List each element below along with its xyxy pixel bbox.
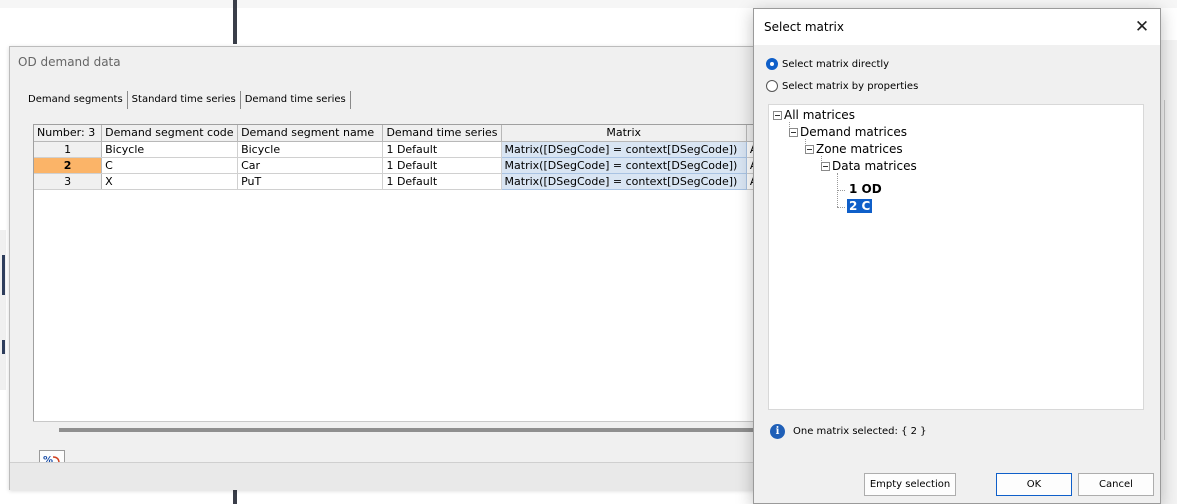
matrix-tree[interactable]: All matrices Demand matrices Zone matric…: [768, 104, 1144, 410]
cell-matrix[interactable]: Matrix([DSegCode] = context[DSegCode]): [500, 172, 747, 190]
background-top-strip: [0, 0, 1177, 8]
window-bottom-bar: [10, 462, 768, 490]
collapse-icon[interactable]: [773, 111, 782, 120]
cell-name[interactable]: Bicycle: [237, 141, 384, 158]
row-number[interactable]: 1: [34, 141, 103, 158]
selection-info-text: One matrix selected: { 2 }: [793, 425, 927, 437]
tree-node-label: All matrices: [784, 108, 855, 122]
header-code[interactable]: Demand segment code: [101, 125, 239, 142]
radio-label-properties: Select matrix by properties: [782, 80, 919, 92]
tree-node-zone-matrices[interactable]: Zone matrices: [805, 141, 903, 158]
tab-standard-time-series[interactable]: Standard time series: [128, 91, 241, 109]
cell-time-series[interactable]: 1 Default: [382, 157, 502, 174]
collapse-icon[interactable]: [821, 162, 830, 171]
radio-label-directly: Select matrix directly: [782, 58, 890, 70]
scrollbar-thumb[interactable]: [59, 428, 759, 432]
background-edge-mark: [2, 255, 5, 295]
dialog-title: Select matrix: [764, 20, 844, 34]
header-time-series[interactable]: Demand time series: [382, 125, 502, 142]
cell-matrix[interactable]: Matrix([DSegCode] = context[DSegCode]): [500, 140, 747, 158]
background-divider: [233, 0, 237, 44]
cell-name[interactable]: Car: [237, 157, 384, 174]
tree-node-data-matrices[interactable]: Data matrices: [821, 158, 917, 175]
cell-name[interactable]: PuT: [237, 173, 384, 190]
tree-connector: [837, 190, 845, 191]
background-divider-bottom: [233, 488, 237, 504]
header-matrix[interactable]: Matrix: [501, 125, 747, 142]
demand-segments-table: Number: 3 Demand segment code Demand seg…: [34, 125, 769, 190]
tab-bar: Demand segments Standard time series Dem…: [24, 91, 351, 109]
row-number[interactable]: 3: [34, 173, 103, 190]
radio-select-by-properties[interactable]: Select matrix by properties: [766, 78, 918, 94]
collapse-icon[interactable]: [789, 128, 798, 137]
background-right-column: [1160, 40, 1177, 504]
header-number[interactable]: Number: 3: [34, 125, 103, 142]
cell-time-series[interactable]: 1 Default: [382, 141, 502, 158]
tree-node-label: Data matrices: [832, 159, 917, 173]
cancel-button[interactable]: Cancel: [1078, 473, 1154, 496]
demand-segments-grid[interactable]: Number: 3 Demand segment code Demand seg…: [33, 124, 770, 436]
tree-leaf-label: 1 OD: [849, 182, 882, 196]
dialog-title-bar: Select matrix ✕: [754, 9, 1160, 45]
horizontal-scrollbar[interactable]: [33, 421, 770, 437]
background-left-edge: [0, 230, 6, 390]
radio-unchecked-icon[interactable]: [766, 80, 778, 92]
table-row[interactable]: 3 X PuT 1 Default Matrix([DSegCode] = co…: [34, 172, 769, 190]
tree-node-label: Zone matrices: [816, 142, 903, 156]
background-right-line: [1164, 100, 1165, 440]
tree-leaf-2-c[interactable]: 2 C: [847, 198, 873, 215]
background-edge-mark-small: [2, 340, 5, 354]
select-matrix-dialog: Select matrix ✕ Select matrix directly S…: [753, 8, 1161, 504]
info-icon: i: [770, 423, 785, 439]
row-number[interactable]: 2: [34, 157, 103, 174]
selection-info: i One matrix selected: { 2 }: [770, 422, 927, 440]
cell-time-series[interactable]: 1 Default: [382, 173, 502, 190]
tree-node-demand-matrices[interactable]: Demand matrices: [789, 124, 907, 141]
radio-select-directly[interactable]: Select matrix directly: [766, 56, 889, 72]
empty-selection-button[interactable]: Empty selection: [864, 473, 956, 496]
cell-code[interactable]: C: [101, 157, 239, 174]
cell-code[interactable]: X: [101, 173, 239, 190]
tree-node-label: Demand matrices: [800, 125, 907, 139]
header-name[interactable]: Demand segment name: [237, 125, 384, 142]
close-icon[interactable]: ✕: [1132, 17, 1152, 37]
table-row[interactable]: 1 Bicycle Bicycle 1 Default Matrix([DSeg…: [34, 140, 769, 158]
cell-matrix[interactable]: Matrix([DSegCode] = context[DSegCode]): [500, 156, 747, 174]
cell-code[interactable]: Bicycle: [101, 141, 239, 158]
table-row[interactable]: 2 C Car 1 Default Matrix([DSegCode] = co…: [34, 156, 769, 174]
tab-demand-segments[interactable]: Demand segments: [24, 91, 128, 109]
ok-button[interactable]: OK: [996, 473, 1072, 496]
tab-demand-time-series[interactable]: Demand time series: [241, 91, 351, 109]
radio-checked-icon[interactable]: [766, 58, 778, 70]
tree-leaf-label-selected: 2 C: [847, 199, 873, 213]
window-title: OD demand data: [18, 55, 121, 69]
tree-node-all-matrices[interactable]: All matrices: [773, 107, 855, 124]
tree-connector: [837, 207, 845, 208]
tree-leaf-1-od[interactable]: 1 OD: [847, 181, 884, 198]
od-demand-window: OD demand data Demand segments Standard …: [9, 46, 770, 490]
collapse-icon[interactable]: [805, 145, 814, 154]
